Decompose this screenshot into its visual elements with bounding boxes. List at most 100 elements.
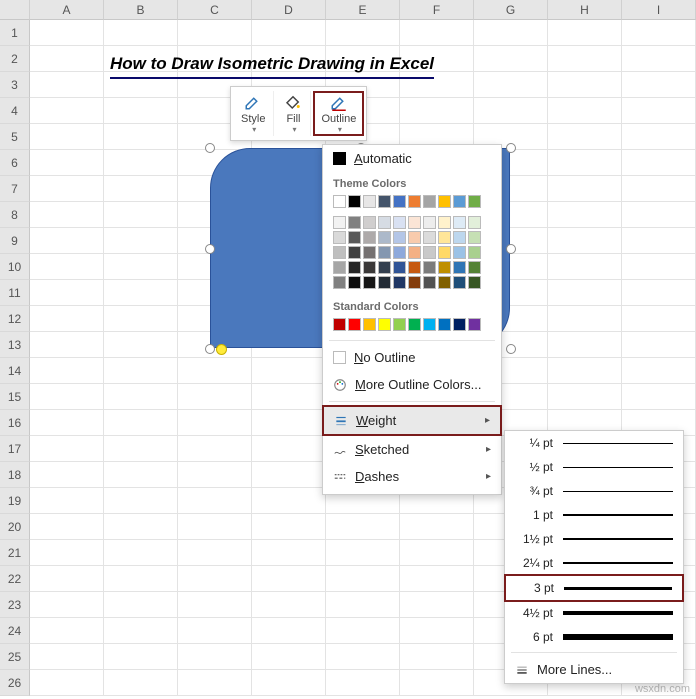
cell[interactable] xyxy=(252,488,326,514)
cell[interactable] xyxy=(622,20,696,46)
cell[interactable] xyxy=(30,358,104,384)
cell[interactable] xyxy=(104,176,178,202)
cell[interactable] xyxy=(252,410,326,436)
row-header[interactable]: 13 xyxy=(0,332,30,358)
cell[interactable] xyxy=(30,488,104,514)
resize-handle[interactable] xyxy=(205,344,215,354)
weight-option-6pt[interactable]: 6 pt xyxy=(505,625,683,649)
cell[interactable] xyxy=(30,540,104,566)
cell[interactable] xyxy=(474,20,548,46)
color-swatch[interactable] xyxy=(468,246,481,259)
cell[interactable] xyxy=(104,202,178,228)
color-swatch[interactable] xyxy=(438,231,451,244)
cell[interactable] xyxy=(400,98,474,124)
cell[interactable] xyxy=(622,384,696,410)
cell[interactable] xyxy=(104,228,178,254)
cell[interactable] xyxy=(252,540,326,566)
cell[interactable] xyxy=(326,670,400,696)
color-swatch[interactable] xyxy=(348,216,361,229)
color-swatch[interactable] xyxy=(333,195,346,208)
cell[interactable] xyxy=(400,618,474,644)
col-header[interactable]: H xyxy=(548,0,622,20)
adjust-handle[interactable] xyxy=(216,344,227,355)
color-swatch[interactable] xyxy=(378,246,391,259)
color-swatch[interactable] xyxy=(468,276,481,289)
cell[interactable] xyxy=(252,436,326,462)
color-swatch[interactable] xyxy=(378,261,391,274)
cell[interactable] xyxy=(622,72,696,98)
cell[interactable] xyxy=(622,150,696,176)
cell[interactable] xyxy=(178,462,252,488)
cell[interactable] xyxy=(622,280,696,306)
color-swatch[interactable] xyxy=(333,276,346,289)
row-header[interactable]: 19 xyxy=(0,488,30,514)
cell[interactable] xyxy=(178,592,252,618)
color-swatch[interactable] xyxy=(408,246,421,259)
cell[interactable] xyxy=(400,20,474,46)
col-header[interactable]: A xyxy=(30,0,104,20)
cell[interactable] xyxy=(252,592,326,618)
resize-handle[interactable] xyxy=(506,244,516,254)
cell[interactable] xyxy=(178,488,252,514)
color-swatch[interactable] xyxy=(468,261,481,274)
cell[interactable] xyxy=(30,592,104,618)
color-swatch[interactable] xyxy=(408,231,421,244)
cell[interactable] xyxy=(30,202,104,228)
color-swatch[interactable] xyxy=(333,231,346,244)
color-swatch[interactable] xyxy=(453,261,466,274)
col-header[interactable]: D xyxy=(252,0,326,20)
row-header[interactable]: 9 xyxy=(0,228,30,254)
cell[interactable] xyxy=(178,644,252,670)
cell[interactable] xyxy=(474,98,548,124)
row-header[interactable]: 20 xyxy=(0,514,30,540)
color-swatch[interactable] xyxy=(393,318,406,331)
color-swatch[interactable] xyxy=(438,216,451,229)
cell[interactable] xyxy=(30,150,104,176)
color-swatch[interactable] xyxy=(453,216,466,229)
weight-option-3pt[interactable]: 3 pt xyxy=(504,574,684,602)
cell[interactable] xyxy=(30,20,104,46)
cell[interactable] xyxy=(400,644,474,670)
cell[interactable] xyxy=(178,384,252,410)
cell[interactable] xyxy=(252,644,326,670)
cell[interactable] xyxy=(548,202,622,228)
row-header[interactable]: 2 xyxy=(0,46,30,72)
color-swatch[interactable] xyxy=(348,318,361,331)
color-swatch[interactable] xyxy=(423,231,436,244)
color-swatch[interactable] xyxy=(363,318,376,331)
cell[interactable] xyxy=(30,306,104,332)
outline-button[interactable]: Outline▾ xyxy=(313,91,364,136)
color-swatch[interactable] xyxy=(348,246,361,259)
cell[interactable] xyxy=(400,592,474,618)
color-swatch[interactable] xyxy=(348,195,361,208)
cell[interactable] xyxy=(30,410,104,436)
cell[interactable] xyxy=(548,306,622,332)
cell[interactable] xyxy=(104,280,178,306)
resize-handle[interactable] xyxy=(506,143,516,153)
cell[interactable] xyxy=(178,566,252,592)
cell[interactable] xyxy=(104,514,178,540)
cell[interactable] xyxy=(104,592,178,618)
cell[interactable] xyxy=(30,254,104,280)
cell[interactable] xyxy=(30,566,104,592)
color-swatch[interactable] xyxy=(363,195,376,208)
color-swatch[interactable] xyxy=(438,276,451,289)
select-all-corner[interactable] xyxy=(0,0,30,20)
color-swatch[interactable] xyxy=(363,231,376,244)
cell[interactable] xyxy=(178,540,252,566)
cell[interactable] xyxy=(252,514,326,540)
row-header[interactable]: 25 xyxy=(0,644,30,670)
cell[interactable] xyxy=(548,176,622,202)
row-header[interactable]: 14 xyxy=(0,358,30,384)
row-header[interactable]: 1 xyxy=(0,20,30,46)
cell[interactable] xyxy=(474,72,548,98)
cell[interactable] xyxy=(622,358,696,384)
weight-option-¾pt[interactable]: ¾ pt xyxy=(505,479,683,503)
cell[interactable] xyxy=(30,436,104,462)
cell[interactable] xyxy=(30,124,104,150)
weight-option-1pt[interactable]: 1 pt xyxy=(505,503,683,527)
cell[interactable] xyxy=(104,150,178,176)
row-header[interactable]: 10 xyxy=(0,254,30,280)
automatic-option[interactable]: Automatic xyxy=(323,145,501,172)
color-swatch[interactable] xyxy=(438,246,451,259)
